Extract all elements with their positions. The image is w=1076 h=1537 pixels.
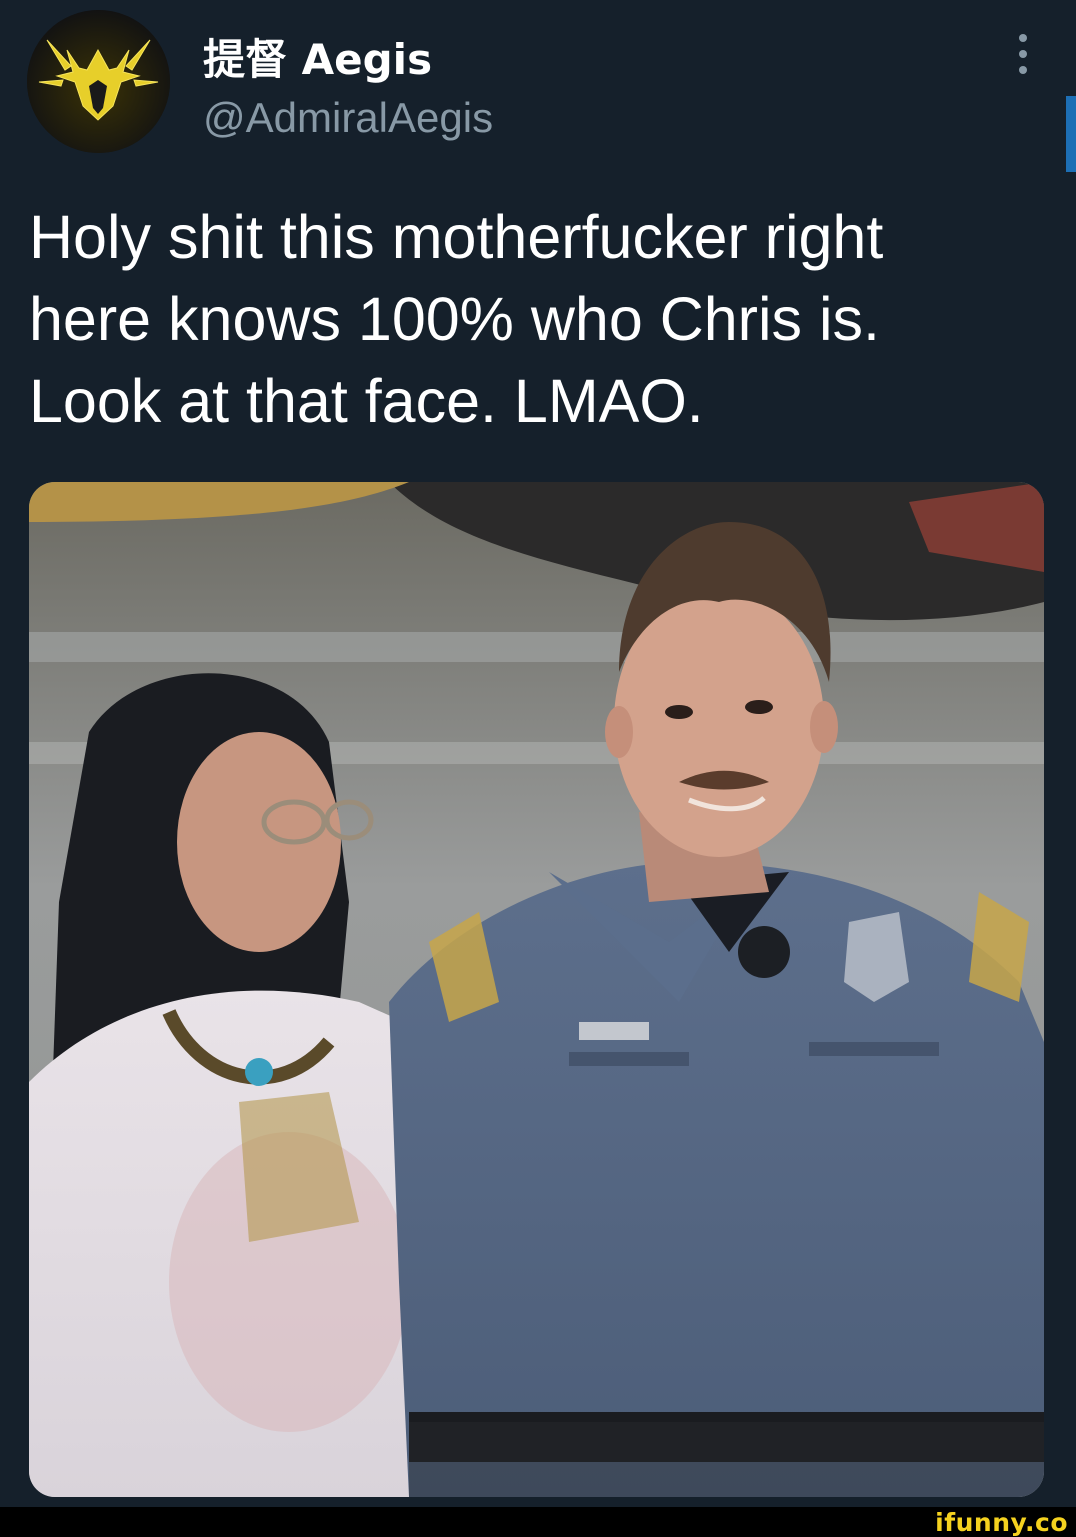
tweet-photo[interactable] [29, 482, 1044, 1497]
vertical-ellipsis-icon[interactable] [1008, 34, 1038, 74]
footer-bar [0, 1507, 1076, 1537]
dot [1019, 34, 1027, 42]
scrollbar[interactable] [1066, 96, 1076, 172]
yellow-crest-emblem-icon [27, 10, 170, 153]
display-name[interactable]: 提督 Aegis [203, 26, 432, 87]
avatar[interactable] [27, 10, 170, 153]
photo-illustration [29, 482, 1044, 1497]
dot [1019, 66, 1027, 74]
dot [1019, 50, 1027, 58]
tweet-text: Holy shit this motherfucker right here k… [29, 203, 884, 435]
ifunny-watermark: ifunny.co [935, 1508, 1068, 1537]
user-handle[interactable]: @AdmiralAegis [203, 94, 493, 142]
